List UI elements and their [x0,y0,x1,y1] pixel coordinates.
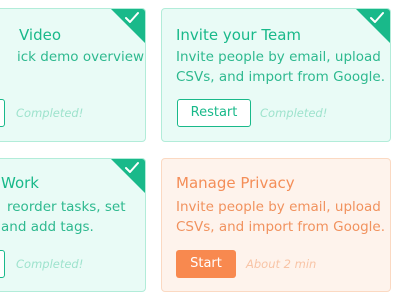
task-card-description-line-2: CSVs, and import from Google. [176,219,386,235]
completed-corner-badge [111,159,145,193]
task-card-title: Manage Privacy [176,174,295,192]
task-card-title: Invite your Team [176,26,301,44]
onboarding-checklist: Video ick demo overview Completed! Invit… [0,0,400,300]
restart-button[interactable] [0,99,5,127]
completion-status: Completed! [16,257,84,271]
task-card-description-line-1: Invite people by email, upload [176,199,381,215]
task-card-description: ick demo overview [17,49,145,65]
task-card-description-line-2: and add tags. [1,219,94,235]
restart-button[interactable]: Restart [177,99,251,127]
task-card-description-line-1: Invite people by email, upload [176,49,381,65]
task-card-title: Video [19,26,62,44]
completion-status: Completed! [16,106,84,120]
completed-corner-badge [356,9,390,43]
completed-corner-badge [111,9,145,43]
task-card-work: Work reorder tasks, set and add tags. Co… [0,158,146,292]
task-card-description-line-2: CSVs, and import from Google. [176,69,386,85]
completion-status: Completed! [260,106,328,120]
task-card-video: Video ick demo overview Completed! [0,8,146,142]
estimated-time: About 2 min [246,257,317,271]
task-card-manage-privacy: Manage Privacy Invite people by email, u… [161,158,391,292]
restart-button[interactable] [0,250,5,278]
task-card-description-line-1: reorder tasks, set [7,199,126,215]
task-card-invite-team: Invite your Team Invite people by email,… [161,8,391,142]
start-button[interactable]: Start [176,250,236,278]
task-card-title: Work [1,174,39,192]
